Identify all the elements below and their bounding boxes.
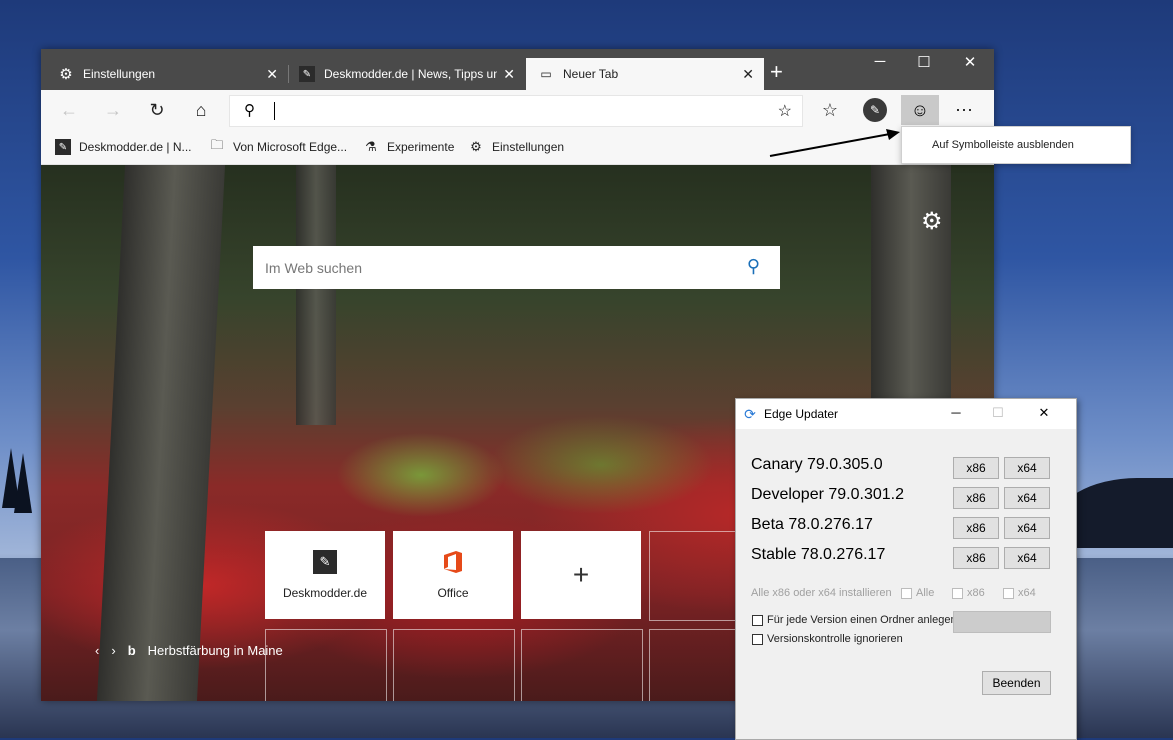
dialog-title-bar: ⟳ Edge Updater ─ ☐ ✕ [736,399,1076,429]
version-label: Developer 79.0.301.2 [751,486,904,503]
ignore-version-check-checkbox[interactable]: Versionskontrolle ignorieren [752,633,903,645]
checkbox-box [752,614,763,626]
dialog-minimize-button[interactable]: ─ [942,405,970,420]
install-all-label: Alle x86 oder x64 installieren [751,587,892,599]
canary-x86-button[interactable]: x86 [953,457,999,479]
version-label: Canary 79.0.305.0 [751,456,883,473]
tooltip-text: Auf Symbolleiste ausblenden [932,139,1074,151]
dialog-maximize-button: ☐ [992,405,1004,420]
x64-checkbox[interactable]: x64 [1003,587,1036,599]
refresh-app-icon: ⟳ [744,405,756,422]
checkbox-label: Alle [916,587,935,599]
checkbox-box [1003,587,1014,599]
canary-x64-button[interactable]: x64 [1004,457,1050,479]
folder-path-field [953,611,1051,633]
beta-x64-button[interactable]: x64 [1004,517,1050,539]
exit-button[interactable]: Beenden [982,671,1051,695]
x86-checkbox[interactable]: x86 [952,587,985,599]
checkbox-box [952,587,963,599]
dialog-title: Edge Updater [764,407,839,421]
stable-x64-button[interactable]: x64 [1004,547,1050,569]
developer-x64-button[interactable]: x64 [1004,487,1050,509]
beta-x86-button[interactable]: x86 [953,517,999,539]
version-label: Stable 78.0.276.17 [751,546,886,563]
checkbox-label: x86 [967,587,985,599]
version-label: Beta 78.0.276.17 [751,516,873,533]
checkbox-label: Versionskontrolle ignorieren [767,633,903,645]
install-all-text: Alle x86 oder x64 installieren [751,587,892,599]
checkbox-box [752,633,763,645]
checkbox-label: Für jede Version einen Ordner anlegen [767,614,957,626]
edge-updater-dialog: ⟳ Edge Updater ─ ☐ ✕ Canary 79.0.305.0 x… [735,398,1077,740]
checkbox-label: x64 [1018,587,1036,599]
folder-per-version-checkbox[interactable]: Für jede Version einen Ordner anlegen [752,614,957,626]
stable-x86-button[interactable]: x86 [953,547,999,569]
developer-x86-button[interactable]: x86 [953,487,999,509]
checkbox-box [901,587,912,599]
tooltip: Auf Symbolleiste ausblenden [901,126,1131,164]
all-checkbox[interactable]: Alle [901,587,934,599]
dialog-close-button[interactable]: ✕ [1030,405,1058,421]
